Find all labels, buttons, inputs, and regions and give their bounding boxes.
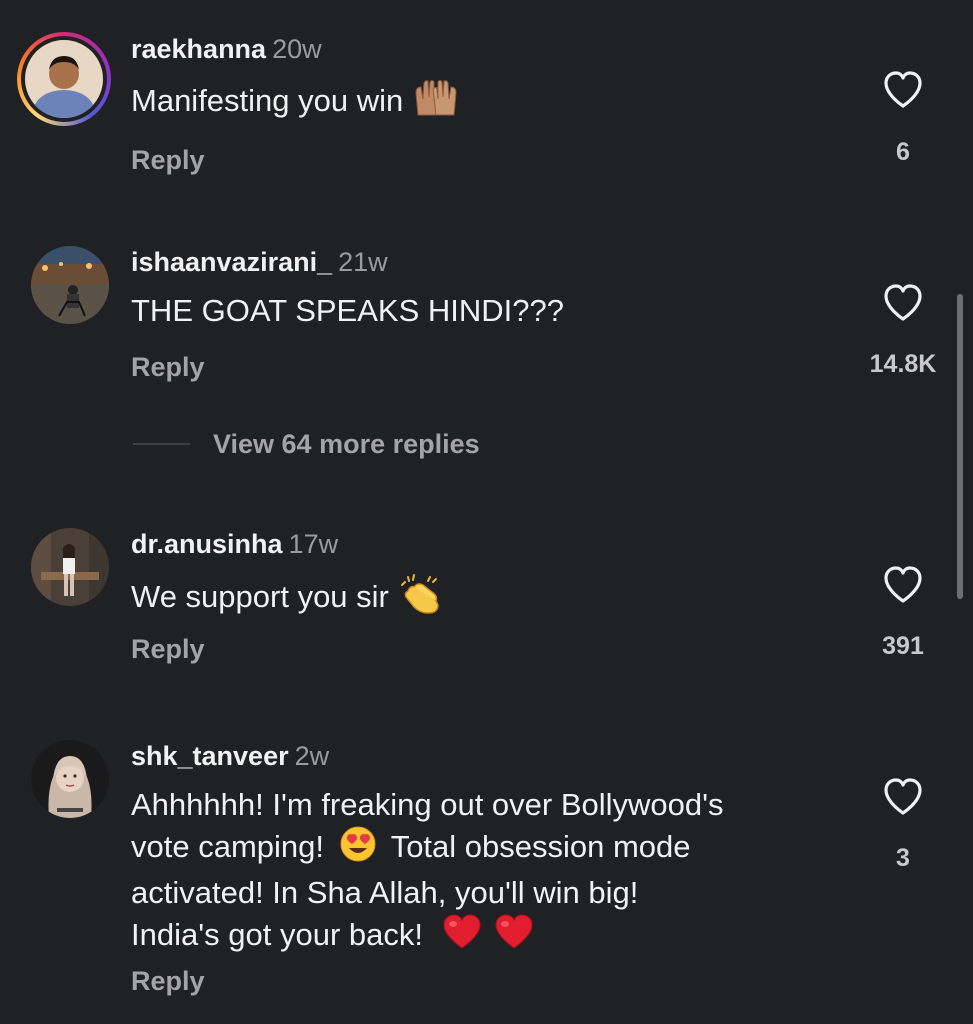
username[interactable]: ishaanvazirani_ — [131, 247, 332, 277]
avatar — [25, 40, 103, 118]
username[interactable]: dr.anusinha — [131, 529, 283, 559]
divider — [133, 443, 190, 445]
avatar[interactable] — [31, 246, 109, 324]
like-count: 391 — [882, 632, 924, 660]
clapping-hands-emoji-icon — [398, 573, 444, 625]
reply-button[interactable]: Reply — [131, 352, 205, 383]
red-heart-emoji-icon — [442, 913, 482, 961]
avatar[interactable] — [31, 528, 109, 606]
comment-text: Manifesting you win — [131, 79, 831, 127]
comment-text: THE GOAT SPEAKS HINDI??? — [131, 293, 564, 328]
reply-button[interactable]: Reply — [131, 966, 205, 997]
avatar-story-ring[interactable] — [17, 32, 111, 126]
heart-eyes-emoji-icon — [339, 825, 377, 873]
comment-text: Ahhhhhh! I'm freaking out over Bollywood… — [131, 785, 831, 961]
username[interactable]: shk_tanveer — [131, 741, 289, 771]
heart-icon[interactable] — [882, 565, 924, 605]
like-count: 3 — [896, 844, 910, 872]
timestamp: 2w — [294, 741, 330, 771]
username[interactable]: raekhanna — [131, 34, 266, 64]
red-heart-emoji-icon — [494, 913, 534, 961]
heart-icon[interactable] — [882, 283, 924, 323]
view-more-replies-button[interactable]: View 64 more replies — [213, 429, 480, 460]
reply-button[interactable]: Reply — [131, 634, 205, 665]
timestamp: 20w — [272, 34, 322, 64]
scrollbar[interactable] — [957, 294, 963, 599]
timestamp: 21w — [338, 247, 388, 277]
avatar[interactable] — [31, 740, 109, 818]
comment-text: We support you sir — [131, 573, 831, 625]
like-count: 14.8K — [869, 350, 937, 378]
reply-button[interactable]: Reply — [131, 145, 205, 176]
heart-icon[interactable] — [882, 777, 924, 817]
raising-hands-emoji-icon — [412, 79, 460, 127]
like-count: 6 — [896, 138, 910, 166]
timestamp: 17w — [288, 529, 339, 559]
heart-icon[interactable] — [882, 70, 924, 110]
